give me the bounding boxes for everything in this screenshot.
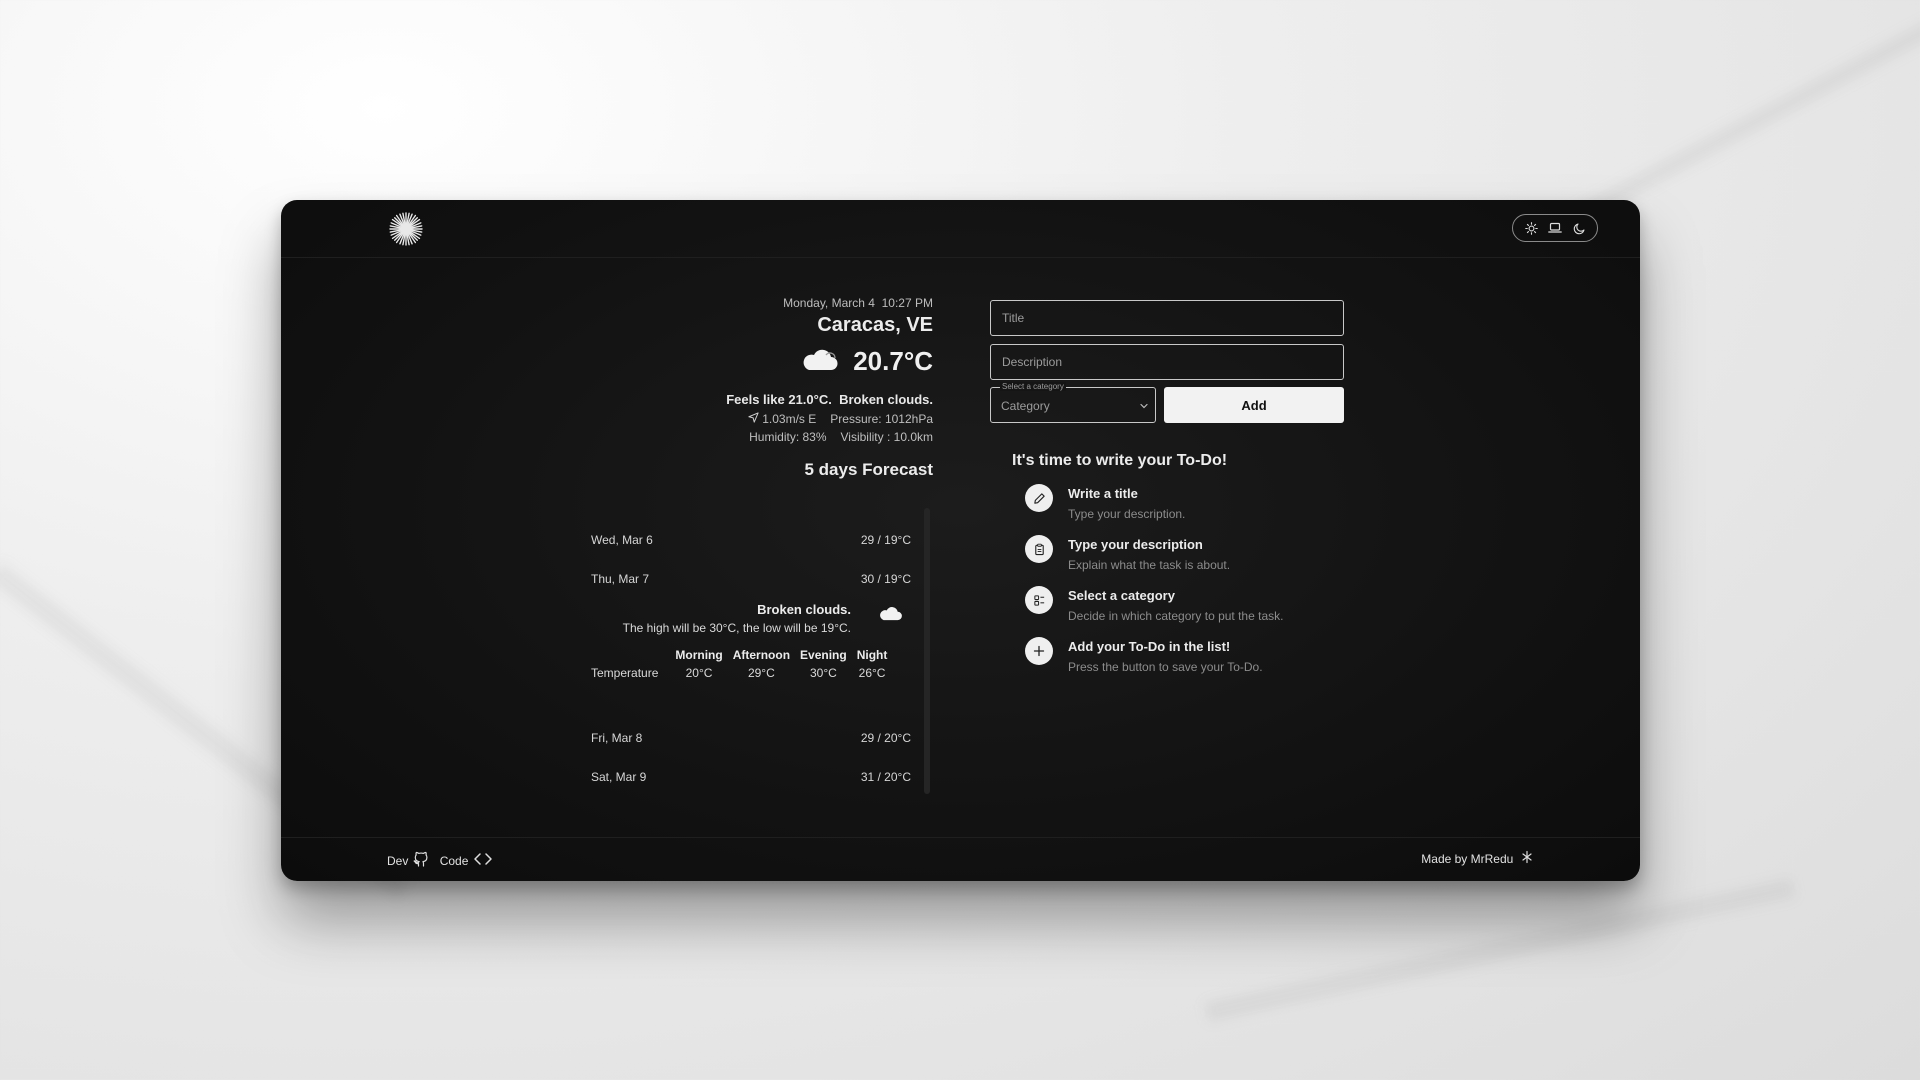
category-value: Category <box>1001 399 1050 413</box>
wind-speed: 1.03m/s E <box>762 412 817 426</box>
footer: Dev Code Made by MrRedu <box>281 837 1640 881</box>
forecast-day[interactable]: Sat, Mar 9 31 / 20°C <box>591 757 911 796</box>
dev-link[interactable]: Dev <box>387 850 430 871</box>
cloud-icon <box>877 604 903 625</box>
app-window: Monday, March 4 10:27 PM Caracas, VE 20.… <box>281 200 1640 881</box>
temperature-value: 20.7°C <box>853 346 933 376</box>
pencil-icon <box>1025 484 1053 512</box>
laptop-icon[interactable] <box>1547 220 1563 236</box>
period-temperature-table: Morning Afternoon Evening Night Temperat… <box>591 648 888 680</box>
forecast-day[interactable]: Wed, Mar 6 29 / 19°C <box>591 520 911 559</box>
category-legend: Select a category <box>1000 382 1066 391</box>
sparkle-icon <box>1520 850 1534 867</box>
title-input[interactable] <box>990 300 1344 336</box>
forecast-day[interactable]: Thu, Mar 7 30 / 19°C <box>591 559 911 598</box>
step-item: Write a title Type your description. <box>1012 484 1332 521</box>
github-icon <box>412 850 430 871</box>
pressure: Pressure: 1012hPa <box>830 412 933 426</box>
todo-instructions: It's time to write your To-Do! Write a t… <box>1012 452 1332 674</box>
chevron-down-icon <box>1139 398 1149 416</box>
sunburst-logo[interactable] <box>387 210 425 248</box>
weather-panel: Monday, March 4 10:27 PM Caracas, VE 20.… <box>581 296 933 480</box>
forecast-day-details: Broken clouds. The high will be 30°C, th… <box>591 598 911 718</box>
forecast-list: Wed, Mar 6 29 / 19°C Thu, Mar 7 30 / 19°… <box>591 520 911 796</box>
details-high-low: The high will be 30°C, the low will be 1… <box>622 621 851 635</box>
humidity: Humidity: 83% <box>749 430 827 444</box>
code-link[interactable]: Code <box>440 852 494 869</box>
description-input[interactable] <box>990 344 1344 380</box>
plus-icon <box>1025 637 1053 665</box>
feels-like: Feels like 21.0°C. Broken clouds. <box>726 392 933 407</box>
weather-details: 1.03m/s E Pressure: 1012hPa Humidity: 83%… <box>581 410 933 446</box>
date-time: Monday, March 4 10:27 PM <box>783 296 933 310</box>
header <box>281 200 1640 258</box>
todo-form: Select a category Category Add <box>990 300 1344 423</box>
instructions-title: It's time to write your To-Do! <box>1012 452 1228 469</box>
made-by[interactable]: Made by MrRedu <box>1421 850 1534 867</box>
theme-switcher[interactable] <box>1512 214 1598 242</box>
step-item: Type your description Explain what the t… <box>1012 535 1332 572</box>
current-temperature: 20.7°C <box>581 345 933 378</box>
details-condition: Broken clouds. <box>757 602 851 617</box>
category-select[interactable]: Select a category Category <box>990 382 1156 423</box>
step-item: Add your To-Do in the list! Press the bu… <box>1012 637 1332 674</box>
sun-icon[interactable] <box>1523 220 1539 236</box>
navigation-icon <box>748 412 762 426</box>
add-button[interactable]: Add <box>1164 387 1344 423</box>
forecast-day[interactable]: Fri, Mar 8 29 / 20°C <box>591 718 911 757</box>
visibility: Visibility : 10.0km <box>840 430 933 444</box>
moon-icon[interactable] <box>1571 220 1587 236</box>
clipboard-icon <box>1025 535 1053 563</box>
city-name: Caracas, VE <box>817 314 933 336</box>
forecast-title: 5 days Forecast <box>804 460 933 479</box>
list-icon <box>1025 586 1053 614</box>
code-icon <box>472 852 494 869</box>
step-item: Select a category Decide in which catego… <box>1012 586 1332 623</box>
cloud-icon <box>799 345 839 378</box>
forecast-scrollbar[interactable] <box>924 508 930 794</box>
